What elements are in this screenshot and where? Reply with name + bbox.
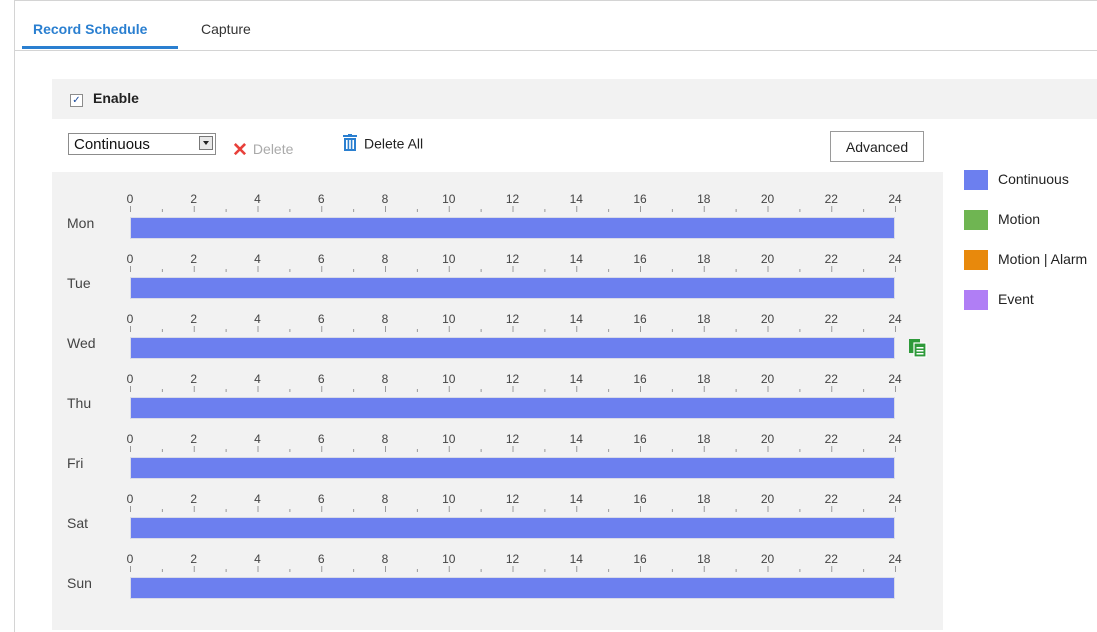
- hour-scale: 0 2 4 6 8 10 12 14 16 18 20 22 24: [127, 372, 902, 392]
- legend-label: Continuous: [998, 171, 1069, 187]
- schedule-bar-thu[interactable]: [130, 397, 895, 419]
- delete-all-button[interactable]: Delete All: [343, 134, 424, 155]
- delete-all-label: Delete All: [364, 135, 424, 152]
- hour-scale: 0 2 4 6 8 10 12 14 16 18 20 22 24: [127, 192, 902, 212]
- record-type-select[interactable]: Continuous: [68, 133, 216, 155]
- legend-swatch: [964, 290, 988, 310]
- top-border: [14, 0, 1097, 1]
- dropdown-arrow-icon[interactable]: [199, 136, 213, 150]
- legend-swatch: [964, 250, 988, 270]
- copy-icon[interactable]: [908, 338, 928, 363]
- hour-tick-marks: [130, 206, 896, 212]
- hour-scale: 0 2 4 6 8 10 12 14 16 18 20 22 24: [127, 312, 902, 332]
- enable-label: Enable: [93, 90, 139, 106]
- schedule-bar-sun[interactable]: [130, 577, 895, 599]
- hour-scale: 0 2 4 6 8 10 12 14 16 18 20 22 24: [127, 252, 902, 272]
- hour-tick-marks: [130, 266, 896, 272]
- hour-tick-marks: [130, 386, 896, 392]
- enable-checkbox[interactable]: ✓: [70, 94, 83, 107]
- day-label-tue: Tue: [67, 275, 91, 291]
- close-icon: ✕: [232, 140, 248, 161]
- day-label-mon: Mon: [67, 215, 95, 231]
- day-label-fri: Fri: [67, 455, 84, 471]
- active-tab-indicator: [22, 46, 178, 49]
- hour-tick-marks: [130, 566, 896, 572]
- day-label-thu: Thu: [67, 395, 92, 411]
- hour-scale: 0 2 4 6 8 10 12 14 16 18 20 22 24: [127, 432, 902, 452]
- legend-swatch: [964, 210, 988, 230]
- hour-tick-marks: [130, 506, 896, 512]
- advanced-button[interactable]: Advanced: [830, 131, 924, 162]
- delete-button[interactable]: ✕ Delete: [232, 137, 294, 161]
- left-border: [14, 0, 15, 632]
- hour-tick-marks: [130, 326, 896, 332]
- delete-label: Delete: [252, 141, 294, 157]
- legend-label: Motion | Alarm: [998, 251, 1088, 267]
- trash-icon: [343, 134, 357, 154]
- tab-capture[interactable]: Capture: [201, 21, 251, 37]
- day-label-sat: Sat: [67, 515, 89, 531]
- hour-scale: 0 2 4 6 8 10 12 14 16 18 20 22 24: [127, 492, 902, 512]
- record-type-value: Continuous: [74, 136, 150, 153]
- schedule-bar-tue[interactable]: [130, 277, 895, 299]
- schedule-bar-mon[interactable]: [130, 217, 895, 239]
- hour-tick-marks: [130, 446, 896, 452]
- tab-record-schedule[interactable]: Record Schedule: [33, 21, 147, 37]
- schedule-bar-fri[interactable]: [130, 457, 895, 479]
- legend-swatch: [964, 170, 988, 190]
- day-label-wed: Wed: [67, 335, 96, 351]
- legend-label: Event: [998, 291, 1034, 307]
- tab-bar: Record Schedule Capture: [15, 12, 1097, 51]
- legend-label: Motion: [998, 211, 1041, 227]
- schedule-bar-wed[interactable]: [130, 337, 895, 359]
- hour-scale: 0 2 4 6 8 10 12 14 16 18 20 22 24: [127, 552, 902, 572]
- schedule-bar-sat[interactable]: [130, 517, 895, 539]
- day-label-sun: Sun: [67, 575, 92, 591]
- enable-bar: ✓ Enable: [52, 79, 1097, 119]
